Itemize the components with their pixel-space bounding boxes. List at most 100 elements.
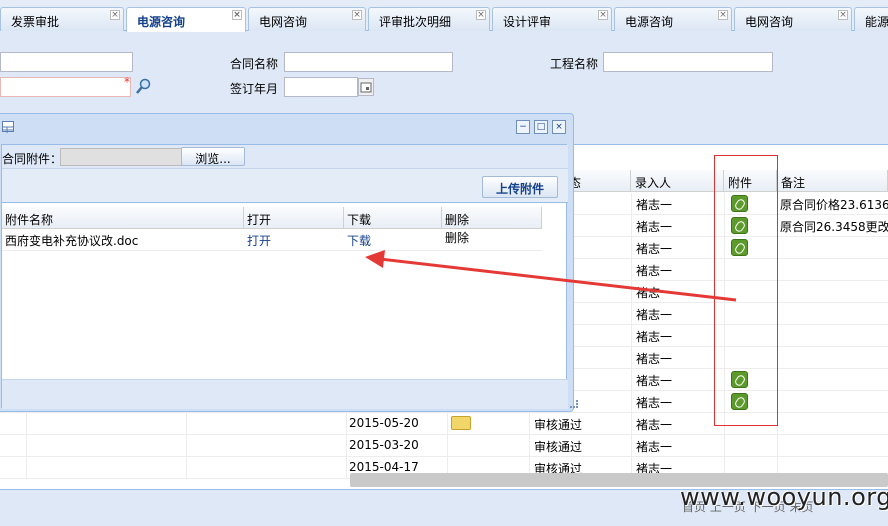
close-icon[interactable]: × bbox=[552, 120, 566, 134]
cell-divider bbox=[346, 435, 347, 457]
column-header-file-name[interactable]: 附件名称 bbox=[2, 207, 244, 229]
column-header-remark[interactable]: 备注 bbox=[777, 170, 888, 192]
text-field[interactable] bbox=[0, 52, 133, 72]
cell-divider bbox=[186, 413, 187, 435]
cell-divider bbox=[631, 325, 632, 347]
contract-name-input[interactable] bbox=[284, 52, 453, 72]
row-remark: 原合同26.3458更改为 bbox=[780, 220, 888, 234]
minimize-icon[interactable]: − bbox=[516, 120, 530, 134]
browse-button[interactable]: 浏览... bbox=[181, 147, 245, 166]
row-entered-by: 褚志一 bbox=[636, 374, 673, 388]
row-entered-by: 褚志一 bbox=[636, 330, 673, 344]
row-date: 2015-03-20 bbox=[349, 438, 419, 452]
project-name-label: 工程名称 bbox=[550, 57, 599, 71]
close-icon[interactable]: × bbox=[232, 10, 242, 20]
cell-divider bbox=[186, 457, 187, 479]
search-icon[interactable] bbox=[136, 78, 152, 94]
tab-design-review[interactable]: 设计评审 × bbox=[492, 7, 612, 31]
cell-divider bbox=[26, 457, 27, 479]
resize-handle[interactable] bbox=[570, 400, 578, 408]
table-row[interactable]: 西府变电补充协议改.doc 打开 下载 删除 bbox=[2, 229, 542, 251]
tab-grid-consulting-2[interactable]: 电网咨询 × bbox=[734, 7, 852, 31]
column-header-open[interactable]: 打开 bbox=[244, 207, 344, 229]
cell-divider bbox=[26, 413, 27, 435]
dialog-footer bbox=[2, 379, 568, 409]
row-status: 审核通过 bbox=[534, 418, 583, 432]
cell-divider bbox=[631, 347, 632, 369]
close-icon[interactable]: × bbox=[598, 10, 608, 20]
cell-divider bbox=[186, 435, 187, 457]
tab-invoice-approval[interactable]: 发票审批 × bbox=[0, 7, 124, 31]
row-entered-by: 褚志一 bbox=[636, 396, 673, 410]
cell-divider bbox=[631, 413, 632, 435]
row-entered-by: 褚志一 bbox=[636, 220, 673, 234]
cell-divider bbox=[777, 435, 778, 457]
column-header-download[interactable]: 下载 bbox=[344, 207, 442, 229]
required-mark: * bbox=[124, 75, 130, 89]
row-entered-by: 褚志一 bbox=[636, 352, 673, 366]
required-field[interactable] bbox=[0, 77, 131, 97]
close-icon[interactable]: × bbox=[476, 10, 486, 20]
attachment-dialog: − □ × 合同附件： 浏览... 上传附件 附件名称 打开 下载 删除 西府变… bbox=[0, 113, 574, 412]
cell-divider bbox=[346, 413, 347, 435]
file-path-field[interactable] bbox=[60, 148, 182, 166]
close-icon[interactable]: × bbox=[352, 10, 362, 20]
folder-icon[interactable] bbox=[451, 416, 471, 430]
highlight-box bbox=[714, 155, 778, 426]
maximize-icon[interactable]: □ bbox=[534, 120, 548, 134]
row-status: 审核通过 bbox=[534, 440, 583, 454]
cell-divider bbox=[529, 413, 530, 435]
cell-divider bbox=[529, 435, 530, 457]
cell-divider bbox=[631, 369, 632, 391]
column-header-status[interactable]: 态 bbox=[565, 170, 631, 192]
row-entered-by: 褚志一 bbox=[636, 264, 673, 278]
cell-divider bbox=[631, 259, 632, 281]
tab-power-consulting[interactable]: 电源咨询 × bbox=[126, 7, 246, 32]
cell-divider bbox=[447, 435, 448, 457]
row-entered-by: 褚志一 bbox=[636, 308, 673, 322]
file-name: 西府变电补充协议改.doc bbox=[5, 234, 139, 248]
close-icon[interactable]: × bbox=[110, 10, 120, 20]
cell-divider bbox=[631, 215, 632, 237]
attachment-label: 合同附件： bbox=[2, 152, 63, 166]
tab-energy[interactable]: 能源 bbox=[854, 7, 888, 31]
contract-name-label: 合同名称 bbox=[230, 57, 279, 71]
row-entered-by: 褚志一 bbox=[636, 242, 673, 256]
cell-divider bbox=[631, 391, 632, 413]
delete-link[interactable]: 删除 bbox=[445, 229, 469, 246]
sign-month-input[interactable] bbox=[284, 77, 358, 97]
row-remark: 原合同价格23.6136万 bbox=[780, 198, 888, 212]
cell-divider bbox=[631, 435, 632, 457]
tab-power-consulting-2[interactable]: 电源咨询 × bbox=[614, 7, 732, 31]
tab-grid-consulting[interactable]: 电网咨询 × bbox=[248, 7, 366, 31]
row-date: 2015-05-20 bbox=[349, 416, 419, 430]
row-entered-by: 褚志一 bbox=[636, 418, 673, 432]
tab-bar: 发票审批 × 电源咨询 × 电网咨询 × 评审批次明细 × 设计评审 × 电源咨询 × 电网… bbox=[0, 0, 888, 32]
download-link[interactable]: 下载 bbox=[347, 232, 371, 249]
cell-divider bbox=[447, 413, 448, 435]
column-header-delete[interactable]: 删除 bbox=[442, 207, 542, 229]
cell-divider bbox=[26, 435, 27, 457]
cell-divider bbox=[631, 237, 632, 259]
row-entered-by: 褚志一 bbox=[636, 198, 673, 212]
cell-divider bbox=[631, 193, 632, 215]
row-entered-by: 褚志一 bbox=[636, 440, 673, 454]
dialog-titlebar[interactable]: − □ × bbox=[0, 114, 573, 140]
close-icon[interactable]: × bbox=[838, 10, 848, 20]
upload-button[interactable]: 上传附件 bbox=[482, 176, 558, 198]
tab-review-batch-detail[interactable]: 评审批次明细 × bbox=[368, 7, 490, 31]
calendar-icon[interactable] bbox=[358, 78, 374, 96]
sign-month-label: 签订年月 bbox=[230, 82, 279, 96]
project-name-input[interactable] bbox=[603, 52, 773, 72]
open-link[interactable]: 打开 bbox=[247, 232, 271, 249]
column-header-entered-by[interactable]: 录入人 bbox=[631, 170, 724, 192]
row-entered-by: 褚志一 bbox=[636, 286, 673, 300]
toolbar: 上传附件 bbox=[2, 169, 568, 203]
row-date: 2015-04-17 bbox=[349, 460, 419, 474]
cell-divider bbox=[346, 457, 347, 479]
close-icon[interactable]: × bbox=[718, 10, 728, 20]
cell-divider bbox=[724, 435, 725, 457]
cell-divider bbox=[631, 303, 632, 325]
upload-row: 合同附件： 浏览... bbox=[2, 145, 568, 169]
table-row[interactable]: 2015-03-20 审核通过 褚志一 bbox=[0, 435, 888, 457]
